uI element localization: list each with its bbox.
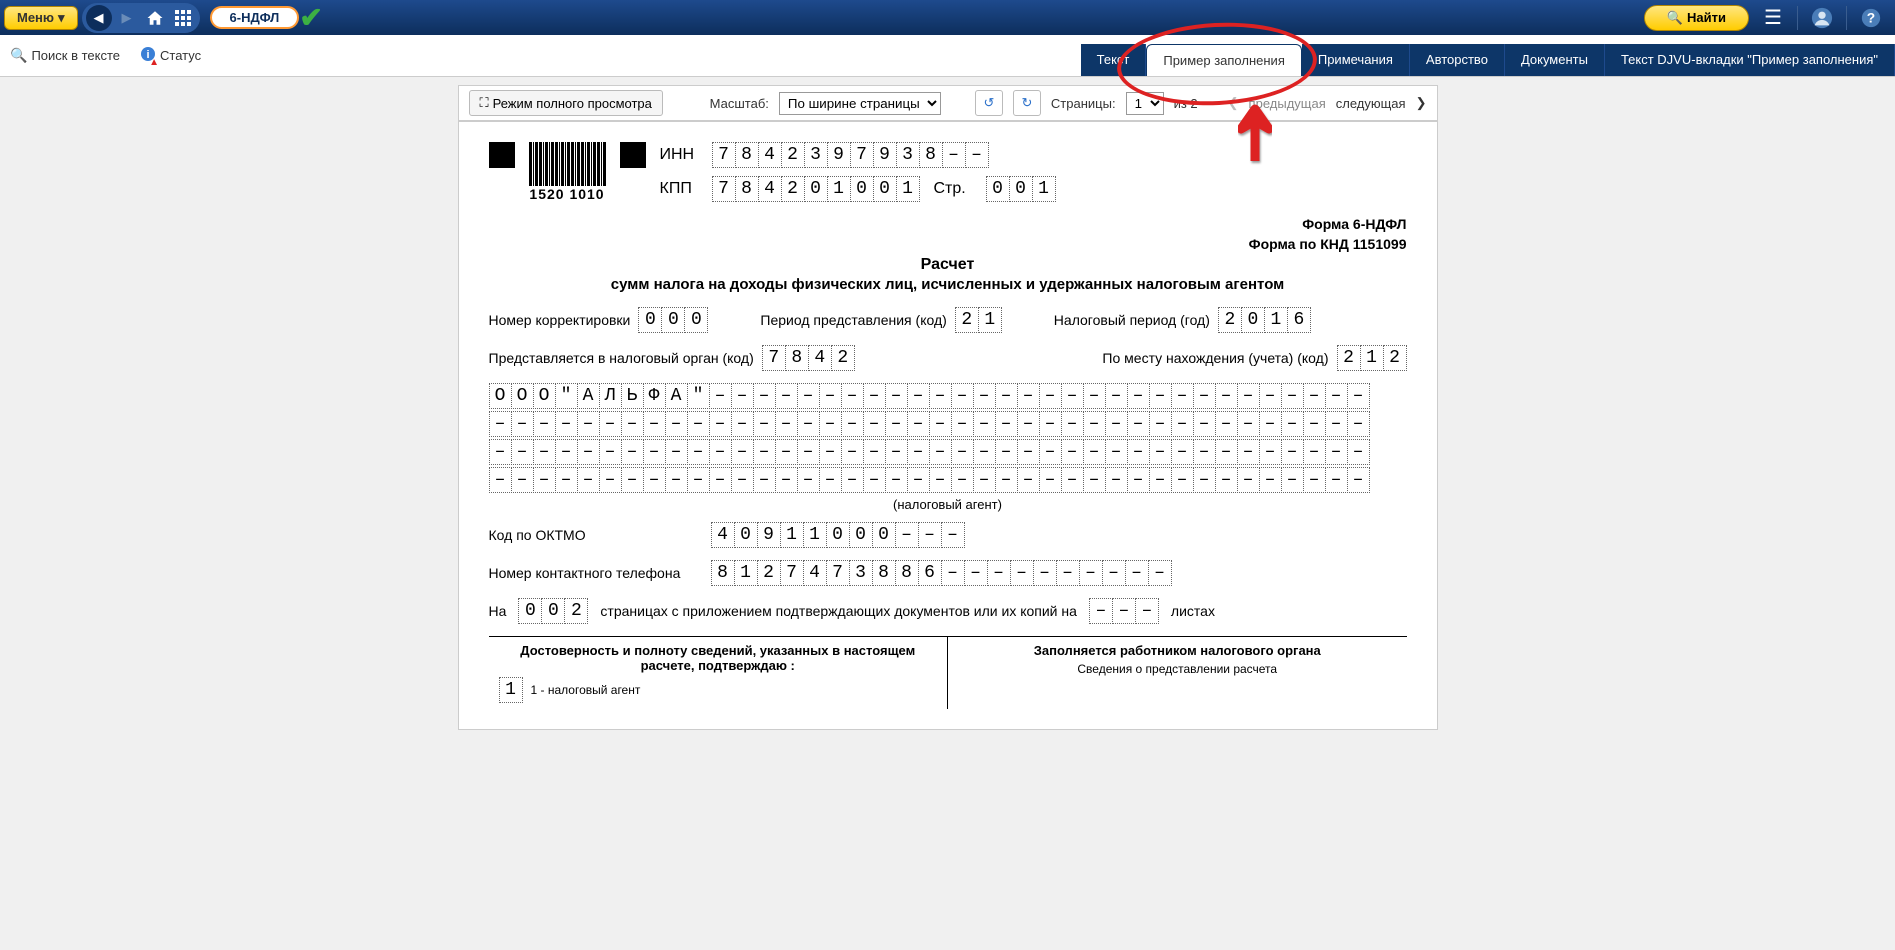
kpp-cells: 784201001 [712,176,920,202]
oktmo-label: Код по ОКТМО [489,527,699,543]
period-label: Период представления (код) [760,312,946,328]
help-icon[interactable]: ? [1857,4,1885,32]
opt-cell: 1 [499,677,523,703]
knd-label: Форма по КНД 1151099 [489,236,1407,252]
tab-djvu-text[interactable]: Текст DJVU-вкладки "Пример заполнения" [1605,44,1895,76]
right-head: Заполняется работником налогового органа [958,643,1397,658]
on-label: На [489,603,507,619]
prev-page-link: предыдущая [1249,96,1326,111]
menu-button[interactable]: Меню ▾ [4,6,78,30]
year-cells: 2016 [1218,307,1311,333]
scale-label: Масштаб: [710,96,769,111]
phone-label: Номер контактного телефона [489,565,699,581]
pages-label: Страницы: [1051,96,1116,111]
agent-label: (налоговый агент) [489,497,1407,512]
right-sub: Сведения о представлении расчета [958,662,1397,676]
rotate-left-button[interactable]: ↺ [975,90,1003,116]
marker-square [489,142,515,168]
name-row-1: ООО"АЛЬФА"–––––––––––––––––––––––––––––– [489,383,1407,409]
name-row-2: –––––––––––––––––––––––––––––––––––––––– [489,411,1407,437]
name-row-3: –––––––––––––––––––––––––––––––––––––––– [489,439,1407,465]
undo-icon: ↺ [983,95,994,111]
scale-select[interactable]: По ширине страницы [779,92,941,115]
tab-documents[interactable]: Документы [1505,44,1605,76]
kpp-label: КПП [660,180,704,198]
bottom-two-col: Достоверность и полноту сведений, указан… [489,636,1407,709]
search-pill[interactable]: 6-НДФЛ [210,6,300,29]
marker-square [620,142,646,168]
organ-label: Представляется в налоговый орган (код) [489,350,754,366]
redo-icon: ↻ [1021,95,1032,111]
sheets-label: листах [1171,603,1215,619]
viewer-toolbar: ⛶ Режим полного просмотра Масштаб: По ши… [458,85,1438,121]
user-icon[interactable] [1808,4,1836,32]
fullscreen-button[interactable]: ⛶ Режим полного просмотра [469,90,663,116]
tab-authorship[interactable]: Авторство [1410,44,1505,76]
phone-cells: 8127473886–––––––––– [711,560,1172,586]
form-title: Расчет [489,256,1407,274]
place-cells: 212 [1337,345,1407,371]
str-cells: 001 [986,176,1056,202]
place-label: По месту нахождения (учета) (код) [1102,350,1328,366]
text-search-button[interactable]: 🔍 Поиск в тексте [10,47,120,64]
nav-group: ◀ ▶ [82,3,200,33]
rotate-right-button[interactable]: ↻ [1013,90,1041,116]
nav-forward-button[interactable]: ▶ [114,5,140,31]
info-icon: i ▲ [140,46,156,65]
svg-text:?: ? [1867,10,1875,25]
nav-back-button[interactable]: ◀ [86,5,112,31]
att-cells: ––– [1089,598,1159,624]
find-button[interactable]: 🔍 Найти [1644,5,1749,31]
inn-label: ИНН [660,146,704,164]
chevron-right-icon[interactable]: ❯ [1416,95,1427,111]
magnifier-icon: 🔍 [10,47,27,64]
page-of-label: из 2 [1174,96,1198,111]
page-select[interactable]: 1 [1126,92,1164,115]
grid-button[interactable] [170,5,196,31]
status-button[interactable]: i ▲ Статус [140,46,201,65]
checkmark-icon: ✔ [299,1,322,34]
form-subtitle: сумм налога на доходы физических лиц, ис… [489,276,1407,293]
fullscreen-icon: ⛶ [480,95,489,111]
topbar: Меню ▾ ◀ ▶ 6-НДФЛ ✔ 🔍 Найти ☰ ? [0,0,1895,35]
opt1-label: 1 - налоговый агент [531,683,641,697]
year-label: Налоговый период (год) [1054,312,1210,328]
inn-cells: 7842397938–– [712,142,989,168]
pages-cells: 002 [518,598,588,624]
menu-label: Меню [17,10,54,25]
period-cells: 21 [955,307,1002,333]
tab-text[interactable]: Текст [1081,44,1147,76]
corr-label: Номер корректировки [489,312,631,328]
hamburger-icon[interactable]: ☰ [1759,4,1787,32]
corr-cells: 000 [638,307,708,333]
form-page: 1520 1010 ИНН 7842397938–– КПП 784201001… [458,121,1438,730]
secondbar: 🔍 Поиск в тексте i ▲ Статус Текст Пример… [0,35,1895,77]
oktmo-cells: 40911000––– [711,522,965,548]
left-head: Достоверность и полноту сведений, указан… [499,643,938,673]
tabs-row: Текст Пример заполнения Примечания Автор… [1081,44,1895,76]
home-button[interactable] [142,5,168,31]
tab-notes[interactable]: Примечания [1302,44,1410,76]
chevron-left-icon: ❮ [1228,95,1239,111]
form-label: Форма 6-НДФЛ [489,216,1407,232]
str-label: Стр. [934,180,978,198]
dropdown-icon: ▾ [58,10,65,26]
barcode: 1520 1010 [529,142,606,202]
pages-tail: страницах с приложением подтверждающих д… [600,603,1077,619]
name-row-4: –––––––––––––––––––––––––––––––––––––––– [489,467,1407,493]
organ-cells: 7842 [762,345,855,371]
next-page-link[interactable]: следующая [1336,96,1406,111]
search-icon: 🔍 [1667,10,1683,26]
tab-example[interactable]: Пример заполнения [1146,44,1302,76]
